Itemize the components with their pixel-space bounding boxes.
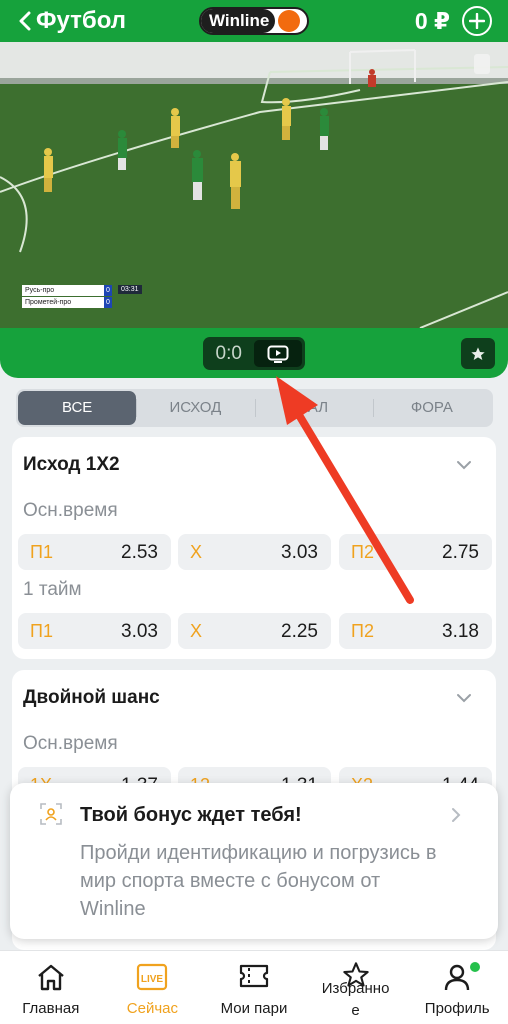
market-title[interactable]: Исход 1Х2 [23,454,120,476]
brand-dot-icon [278,10,301,32]
score-button[interactable]: 0:0 [203,337,254,370]
odd-label: П1 [30,542,53,562]
tab-total[interactable]: ТАЛ [254,391,373,425]
home-icon [38,964,64,991]
odd-button[interactable]: П1 2.53 [18,534,171,570]
market-tabs: ВСЕ ИСХОД ТАЛ ФОРА [16,389,493,427]
nav-label: Профиль [424,1000,490,1017]
bottom-nav: Главная LIVE Сейчас Мои пари Избранно е … [0,950,508,1024]
odd-button[interactable]: П1 3.03 [18,613,171,649]
nav-label: Мои пари [220,1000,288,1017]
bonus-text: Пройди идентификацию и погрузись в мир с… [80,842,437,920]
ticket-icon [239,964,269,988]
tv-icon [267,345,289,363]
market-outcome-card: Исход 1Х2 Осн.время П1 2.53 Х 3.03 П2 2.… [12,437,496,659]
odd-label: П1 [30,621,53,641]
nav-label: Главная [22,1000,80,1017]
tab-all[interactable]: ВСЕ [18,391,137,425]
chevron-down-icon[interactable] [456,690,472,706]
nav-item-my-bets[interactable]: Мои пари [203,951,305,1024]
video-scoreboard: Русь-про 0 Прометей-про 0 [22,285,112,309]
score-video-toggle: 0:0 [203,337,305,370]
odd-value: 3.18 [442,621,479,642]
star-icon [471,346,485,360]
team2-score: 0 [104,297,112,308]
odd-button[interactable]: Х 2.25 [178,613,331,649]
top-bar: Футбол Winline 0 ₽ [0,0,508,42]
favorite-button[interactable] [461,338,495,369]
odd-value: 3.03 [121,621,158,642]
odd-button[interactable]: П2 3.18 [339,613,492,649]
bonus-banner[interactable]: Твой бонус ждет тебя! Пройди идентификац… [10,783,498,939]
odd-label: Х [190,542,203,562]
live-icon: LIVE [137,963,168,991]
odd-label: П2 [351,542,374,562]
chevron-right-icon [452,808,461,822]
id-scan-icon [40,803,62,825]
nav-item-live[interactable]: LIVE Сейчас [102,951,204,1024]
odd-value: 3.03 [281,542,318,563]
tab-handicap[interactable]: ФОРА [372,391,491,425]
back-button[interactable]: Футбол [16,7,126,35]
odd-value: 2.53 [121,542,158,563]
nav-item-profile[interactable]: Профиль [406,951,508,1024]
nav-item-home[interactable]: Главная [0,951,102,1024]
winline-logo: Winline [199,7,309,35]
page-title: Футбол [36,7,127,34]
video-button[interactable] [254,340,302,367]
user-icon [444,964,470,991]
score-bar: 0:0 [0,328,508,378]
chevron-left-icon [19,11,31,31]
nav-label: Сейчас [126,1000,178,1017]
market-title[interactable]: Двойной шанс [23,687,160,709]
bonus-title: Твой бонус ждет тебя! [80,804,302,826]
odd-label: Х [190,621,203,641]
brand-name: Winline [201,9,276,33]
team1-name: Русь-про [22,285,104,296]
match-time: 03:31 [118,285,142,294]
team1-score: 0 [104,285,112,296]
tab-outcome[interactable]: ИСХОД [136,391,254,425]
nav-item-favorites[interactable]: Избранно е [305,951,407,1024]
team2-name: Прометей-про [22,297,104,308]
nav-label: Избранно е [321,980,390,1019]
odd-button[interactable]: П2 2.75 [339,534,492,570]
odd-value: 2.75 [442,542,479,563]
odd-value: 2.25 [281,621,318,642]
odd-label: П2 [351,621,374,641]
live-badge: LIVE [141,974,164,985]
online-status-dot [470,962,481,972]
chevron-down-icon[interactable] [456,457,472,473]
period-label: 1 тайм [23,579,82,600]
period-label: Осн.время [23,733,118,754]
period-label: Осн.время [23,500,118,521]
deposit-button[interactable] [462,6,492,36]
balance[interactable]: 0 ₽ [415,8,450,35]
channel-logo [474,54,490,74]
odd-button[interactable]: Х 3.03 [178,534,331,570]
plus-icon [469,13,485,29]
